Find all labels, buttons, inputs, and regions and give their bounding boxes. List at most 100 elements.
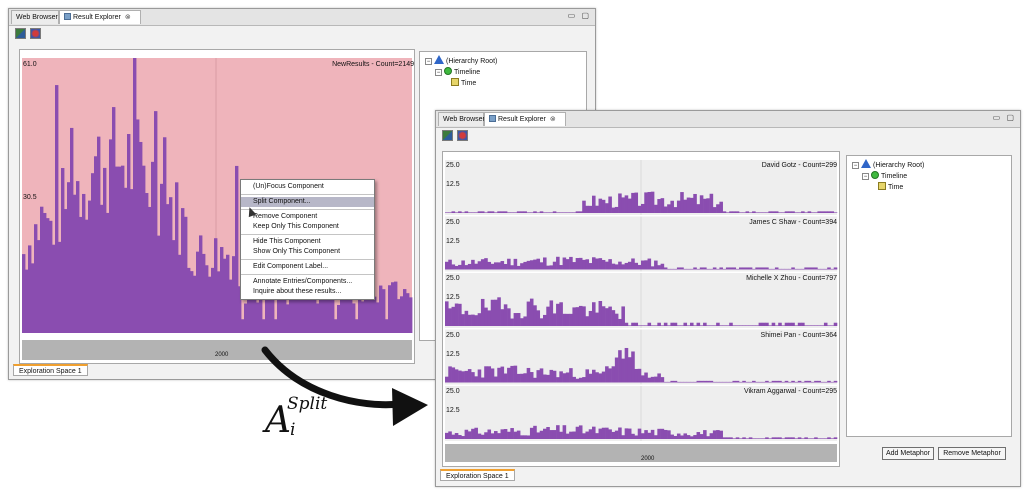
split-histogram-bar — [791, 380, 795, 383]
tab-web-browser[interactable]: Web Browser — [438, 112, 485, 126]
split-histogram-bar — [448, 431, 452, 439]
window-controls[interactable]: ▭ ▢ — [993, 113, 1016, 122]
split-histogram-bar — [673, 380, 678, 383]
split-histogram-bar — [758, 267, 763, 270]
split-histogram-bar — [507, 258, 511, 270]
histogram-bar — [403, 289, 407, 333]
split-histogram-bar — [739, 325, 743, 326]
histogram-bar — [52, 244, 56, 333]
split-histogram-bar — [592, 426, 596, 439]
collapse-icon[interactable]: − — [852, 162, 859, 169]
tree-node-root[interactable]: − (Hierarchy Root) — [852, 159, 1006, 171]
add-metaphor-button[interactable]: Add Metaphor — [882, 447, 934, 460]
split-histogram-bar — [627, 428, 632, 439]
context-menu-item[interactable]: Split Component... — [241, 197, 374, 207]
split-histogram-bar — [533, 425, 537, 439]
split-view-icon[interactable] — [15, 28, 26, 39]
split-histogram-bar — [565, 372, 570, 383]
split-histogram-bar — [582, 377, 586, 383]
context-menu-item[interactable]: Keep Only This Component — [241, 222, 374, 232]
tab-result-explorer[interactable]: Result Explorer ⊗ — [484, 112, 566, 126]
split-histogram-bar — [827, 211, 831, 213]
split-histogram-bar — [572, 212, 576, 213]
split-histogram-bar — [673, 207, 678, 213]
split-histogram-bar — [732, 267, 737, 270]
exploration-space-tab[interactable]: Exploration Space 1 — [13, 364, 88, 376]
context-menu-item[interactable]: Show Only This Component — [241, 247, 374, 257]
context-menu-item[interactable]: Edit Component Label... — [241, 262, 374, 272]
split-histogram-bar — [814, 212, 818, 213]
split-histogram-bar — [585, 205, 590, 213]
split-histogram-bar — [471, 212, 475, 213]
split-histogram-bar — [761, 267, 766, 270]
tree-node-root[interactable]: − (Hierarchy Root) — [425, 55, 581, 67]
split-charts-svg[interactable] — [443, 152, 839, 466]
split-histogram-bar — [500, 211, 505, 213]
split-histogram-bar — [578, 305, 583, 326]
tree-node-timeline[interactable]: − Timeline — [852, 171, 1006, 182]
split-histogram-bar — [742, 267, 746, 270]
split-histogram-bar — [732, 380, 737, 383]
histogram-bar — [91, 173, 95, 333]
split-histogram-bar — [797, 380, 802, 383]
split-histogram-bar — [696, 204, 701, 213]
split-histogram-bar — [637, 428, 642, 439]
split-histogram-bar — [810, 438, 815, 439]
split-histogram-bar — [575, 211, 580, 213]
split-histogram-bar — [716, 322, 720, 326]
split-histogram-bar — [660, 428, 665, 439]
split-histogram-bar — [676, 381, 681, 383]
metaphor-icon[interactable] — [457, 130, 468, 141]
split-histogram-bar — [497, 211, 501, 213]
split-histogram-bar — [667, 381, 671, 383]
context-menu-item[interactable]: (Un)Focus Component — [241, 182, 374, 192]
split-histogram-bar — [543, 374, 547, 383]
context-menu-item[interactable]: Hide This Component — [241, 237, 374, 247]
tree-node-time[interactable]: Time — [852, 182, 1006, 193]
histogram-bar — [340, 296, 344, 333]
close-tab-icon[interactable]: ⊗ — [550, 116, 556, 123]
collapse-icon[interactable]: − — [862, 173, 869, 180]
split-histogram-bar — [680, 381, 684, 383]
split-histogram-bar — [833, 437, 838, 439]
split-histogram-bar — [575, 378, 580, 383]
split-histogram-bar — [503, 211, 508, 213]
tab-result-explorer[interactable]: Result Explorer ⊗ — [59, 10, 141, 24]
tree-node-timeline[interactable]: − Timeline — [425, 67, 581, 78]
context-menu-item[interactable]: Annotate Entries/Components... — [241, 277, 374, 287]
split-view-icon[interactable] — [442, 130, 453, 141]
split-histogram-bar — [771, 322, 776, 326]
split-histogram-bar — [494, 299, 498, 326]
split-histogram-bar — [712, 430, 717, 439]
context-menu-item[interactable]: Remove Component — [241, 212, 374, 222]
split-histogram-bar — [833, 267, 838, 270]
collapse-icon[interactable]: − — [425, 58, 432, 65]
tree-node-time[interactable]: Time — [425, 78, 581, 89]
split-histogram-bar — [650, 429, 655, 439]
window-controls[interactable]: ▭ ▢ — [568, 11, 591, 20]
remove-metaphor-button[interactable]: Remove Metaphor — [938, 447, 1006, 460]
split-histogram-bar — [742, 212, 746, 213]
split-histogram-bar — [467, 369, 472, 383]
split-histogram-bar — [791, 211, 795, 213]
close-tab-icon[interactable]: ⊗ — [125, 14, 131, 21]
split-histogram-bar — [582, 259, 586, 270]
split-histogram-bar — [588, 263, 593, 270]
split-histogram-bar — [588, 310, 593, 326]
metaphor-icon[interactable] — [30, 28, 41, 39]
split-histogram-bar — [539, 318, 544, 326]
split-histogram-bar — [827, 380, 831, 383]
context-menu-item[interactable]: Inquire about these results... — [241, 287, 374, 297]
tab-web-browser[interactable]: Web Browser — [11, 10, 59, 24]
split-histogram-bar — [735, 268, 740, 270]
split-histogram-bar — [490, 433, 495, 439]
split-histogram-bar — [810, 267, 815, 270]
collapse-icon[interactable]: − — [435, 69, 442, 76]
exploration-space-tab[interactable]: Exploration Space 1 — [440, 469, 515, 481]
split-histogram-bar — [598, 300, 603, 326]
histogram-bar — [67, 182, 71, 333]
subchart-y-max: 25.0 — [446, 218, 460, 226]
split-histogram-bar — [569, 256, 573, 270]
split-histogram-bar — [605, 366, 609, 383]
split-histogram-bar — [582, 306, 586, 326]
